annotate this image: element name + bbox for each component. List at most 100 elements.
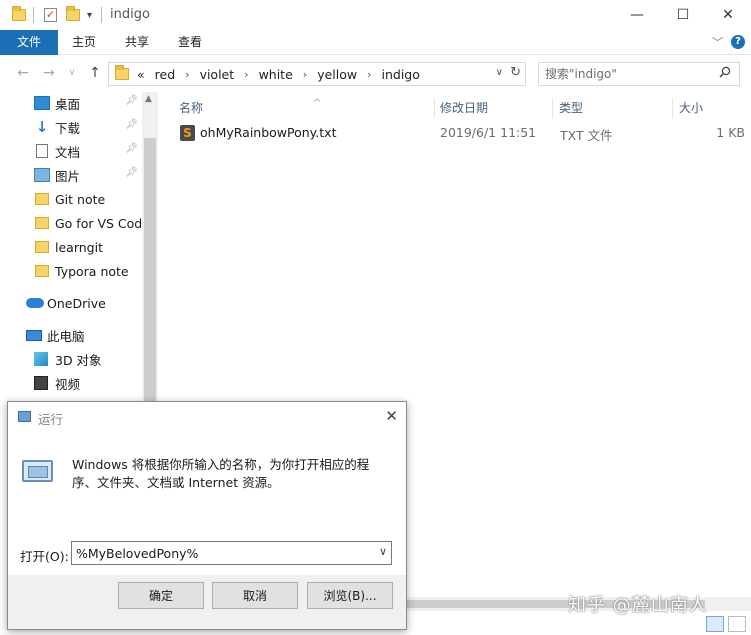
address-bar[interactable]: « red › violet › white › yellow › indigo… [108,62,526,86]
nav-item-label: Typora note [55,263,129,279]
nav-item-desktop[interactable]: 桌面 📌︎ [0,92,142,114]
nav-item-learngit[interactable]: learngit [0,236,142,258]
run-dialog-title: 运行 [38,412,64,427]
nav-item-downloads[interactable]: ↓ 下载 📌︎ [0,116,142,138]
window-title: indigo [110,7,150,22]
customize-toolbar-chevron-icon[interactable]: ▾ [87,6,92,24]
nav-item-this-pc[interactable]: 此电脑 [0,324,142,346]
column-divider[interactable] [672,98,673,118]
run-dialog-description: Windows 将根据你所输入的名称，为你打开相应的程序、文件夹、文档或 Int… [72,457,370,490]
nav-item-label: 视频 [55,376,81,392]
search-box[interactable] [538,62,740,86]
column-divider[interactable] [434,98,435,118]
scrollbar-thumb[interactable] [144,138,156,408]
address-folder-icon [115,65,129,80]
expand-ribbon-chevron-icon[interactable]: ﹀ [712,34,723,50]
address-row: ← → ∨ ↑ « red › violet › white › yellow … [0,56,751,92]
nav-item-label: OneDrive [47,295,106,311]
nav-item-label: 文档 [55,144,81,160]
file-type: TXT 文件 [560,128,613,143]
minimize-icon[interactable]: — [614,0,660,30]
chevron-down-icon[interactable]: ∨ [379,545,387,558]
nav-item-label: 桌面 [55,96,81,112]
properties-check-icon[interactable]: ✓ [44,6,57,24]
nav-item-label: Git note [55,191,106,207]
cancel-button[interactable]: 取消 [212,582,298,609]
search-icon[interactable] [719,66,731,78]
maximize-icon[interactable]: ☐ [660,0,706,30]
nav-item-onedrive[interactable]: OneDrive [0,292,142,314]
nav-item-label: 3D 对象 [55,352,102,368]
close-icon[interactable]: ✕ [385,407,398,425]
nav-item-go-for-vs-code[interactable]: Go for VS Cod [0,212,142,234]
column-header-size[interactable]: 大小 [675,96,745,120]
breadcrumb-separator-icon[interactable]: › [359,68,379,81]
open-combobox[interactable]: ∨ [71,541,392,565]
open-input[interactable] [76,542,366,564]
separator [101,6,102,24]
nav-item-3d-objects[interactable]: 3D 对象 [0,348,142,370]
file-name: ohMyRainbowPony.txt [200,125,337,140]
column-header-label: 名称 [179,101,204,115]
breadcrumb-white[interactable]: white [257,67,295,82]
back-arrow-icon[interactable]: ← [14,64,32,82]
breadcrumb-separator-icon[interactable]: › [177,68,197,81]
scroll-up-arrow-icon[interactable]: ▲ [145,94,152,104]
column-header-type[interactable]: 类型 [555,96,671,120]
help-icon[interactable]: ? [731,35,745,49]
new-folder-icon[interactable] [66,6,80,24]
nav-item-documents[interactable]: 文档 📌︎ [0,140,142,162]
breadcrumb-indigo[interactable]: indigo [380,67,422,82]
tab-view[interactable]: 查看 [166,30,214,55]
run-dialog-title-bar[interactable]: 运行 ✕ [8,402,406,432]
column-header-name[interactable]: 名称 ^ [175,96,435,120]
folder-icon [35,241,49,253]
ribbon-tabs: 文件 主页 共享 查看 ﹀ ? [0,30,751,55]
pin-icon[interactable]: 📌︎ [125,119,138,130]
breadcrumb-separator-icon[interactable]: › [295,68,315,81]
pin-icon[interactable]: 📌︎ [125,95,138,106]
tab-file[interactable]: 文件 [0,30,58,55]
nav-item-git-note[interactable]: Git note [0,188,142,210]
folder-icon [35,265,49,277]
recent-locations-chevron-icon[interactable]: ∨ [63,64,81,82]
tab-home[interactable]: 主页 [60,30,108,55]
search-input[interactable] [545,63,715,85]
nav-item-typora-note[interactable]: Typora note [0,260,142,282]
nav-item-label: Go for VS Cod [55,215,142,231]
run-dialog-body: Windows 将根据你所输入的名称，为你打开相应的程序、文件夹、文档或 Int… [8,432,406,575]
sublime-text-file-icon: S [180,125,195,141]
run-program-icon [22,460,53,482]
nav-item-pictures[interactable]: 图片 📌︎ [0,164,142,186]
column-divider[interactable] [552,98,553,118]
column-header-modified[interactable]: 修改日期 [436,96,552,120]
pin-icon[interactable]: 📌︎ [125,167,138,178]
download-icon: ↓ [35,118,49,136]
video-icon [34,376,48,390]
breadcrumb-yellow[interactable]: yellow [315,67,359,82]
file-modified: 2019/6/1 11:51 [440,125,537,140]
separator [33,6,34,24]
breadcrumb-separator-icon[interactable]: › [236,68,256,81]
computer-icon [26,329,42,341]
breadcrumb-violet[interactable]: violet [198,67,237,82]
browse-button[interactable]: 浏览(B)... [307,582,393,609]
nav-item-videos[interactable]: 视频 [0,372,142,394]
pin-icon[interactable]: 📌︎ [125,143,138,154]
breadcrumb-red[interactable]: red [153,67,178,82]
file-row[interactable]: S ohMyRainbowPony.txt 2019/6/1 11:51 TXT… [160,122,751,144]
forward-arrow-icon[interactable]: → [40,64,58,82]
up-arrow-icon[interactable]: ↑ [86,64,104,82]
refresh-icon[interactable]: ↻ [510,65,521,80]
nav-item-label: learngit [55,239,103,255]
watermark: 知乎 @麓山南人 [568,595,708,616]
details-view-icon[interactable] [706,616,724,632]
close-icon[interactable]: ✕ [705,0,751,30]
large-icons-view-icon[interactable] [728,616,746,632]
address-history-chevron-icon[interactable]: ∨ [496,67,503,78]
breadcrumb-overflow[interactable]: « [135,67,147,82]
document-icon [36,144,48,158]
tab-share[interactable]: 共享 [112,30,162,55]
ok-button[interactable]: 确定 [118,582,204,609]
nav-item-label: 此电脑 [47,328,85,344]
